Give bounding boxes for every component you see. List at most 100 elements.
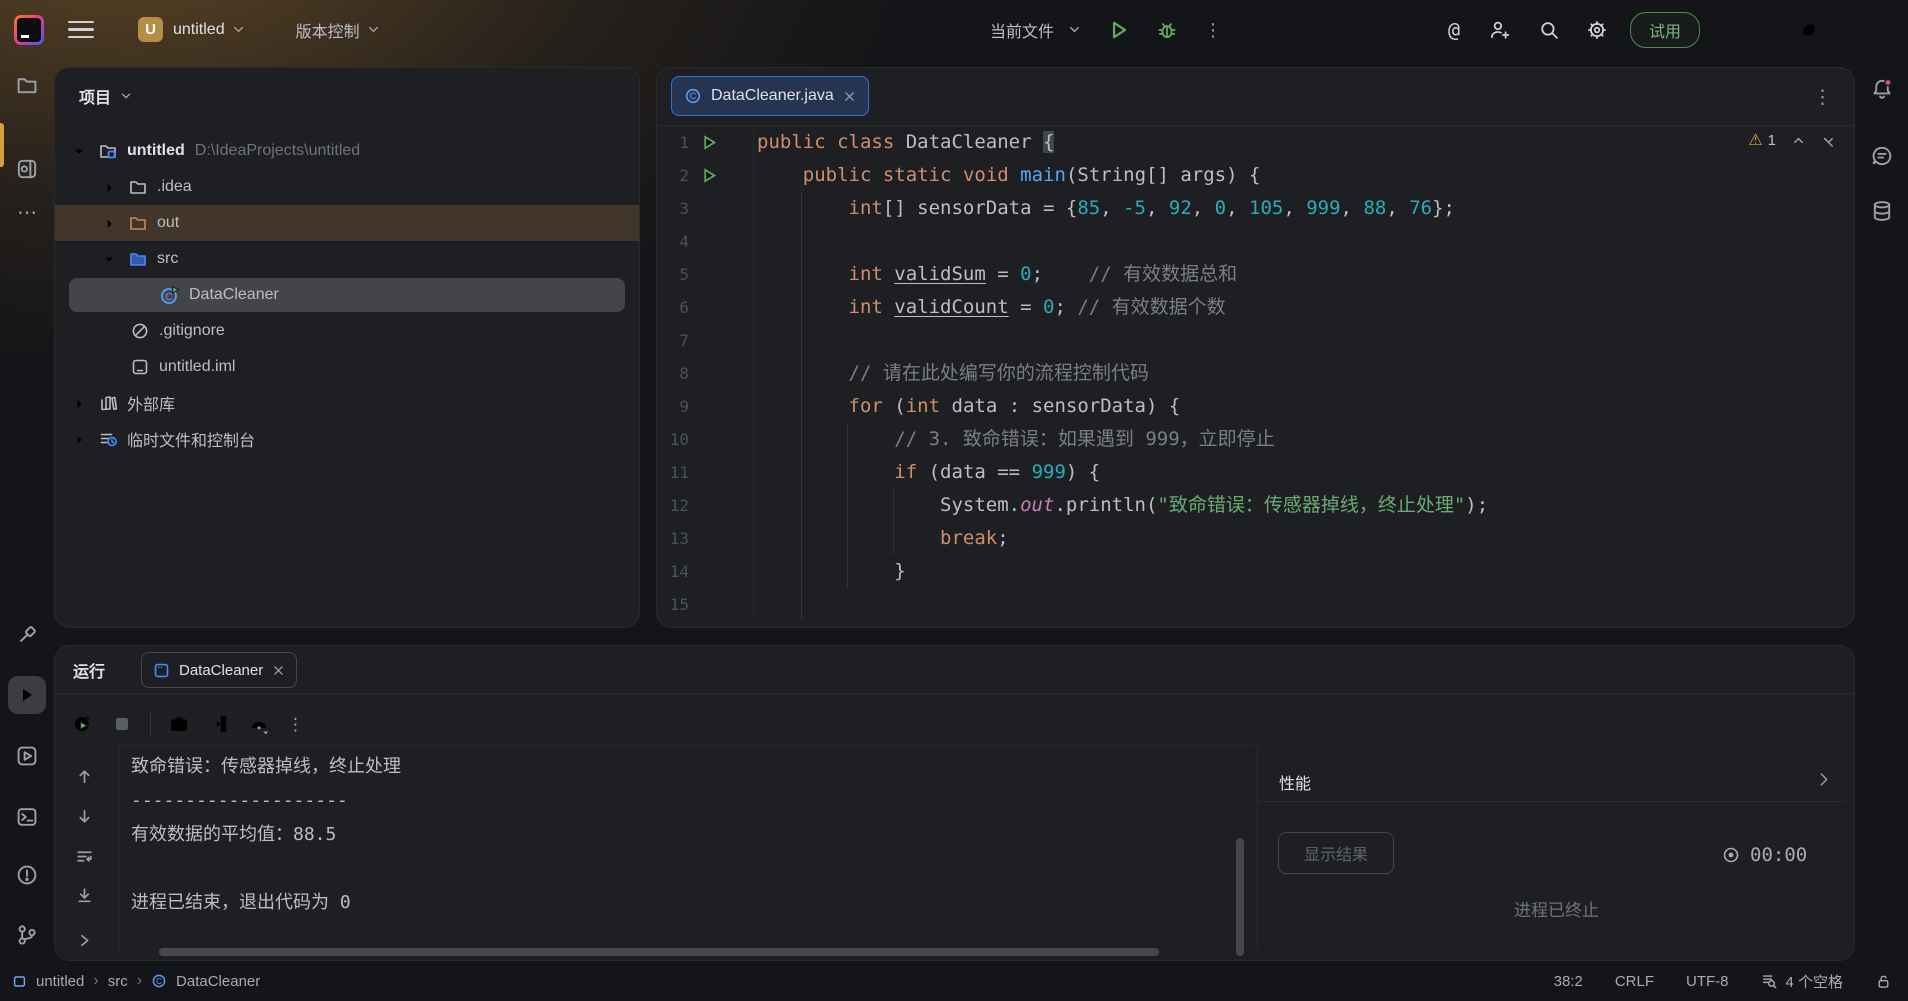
chevron-right-icon[interactable] [99,213,119,233]
minimize-button[interactable] [1716,10,1762,50]
breadcrumb-class[interactable]: DataCleaner [176,973,260,990]
line-separator[interactable]: CRLF [1615,973,1654,990]
ai-assistant-icon[interactable]: @ [1448,18,1460,42]
project-name[interactable]: untitled [173,21,225,39]
chevron-down-icon[interactable] [99,249,119,269]
line-number: 8 [657,364,689,383]
commit-tool-icon[interactable] [15,157,39,181]
more-tools-icon[interactable]: ⋯ [17,200,37,225]
console-more-icon[interactable]: ⋮ [287,716,304,733]
code-line-1[interactable]: public class DataCleaner { [757,126,1844,159]
line-number: 2 [657,166,689,185]
code-line-11[interactable]: if (data == 999) { [757,456,1844,489]
run-tab-datacleaner[interactable]: DataCleaner [141,652,297,688]
chevron-down-icon[interactable] [366,22,381,37]
ai-chat-icon[interactable] [1870,144,1894,168]
tree-row-src[interactable]: src [55,241,639,277]
debug-button[interactable] [1156,19,1178,41]
git-branch-icon[interactable] [15,923,39,947]
close-button[interactable] [1856,10,1902,50]
profiler-gauge-icon[interactable] [247,712,271,736]
chevron-down-icon[interactable] [69,141,89,161]
breadcrumb-project[interactable]: untitled [36,973,84,990]
tab-options-icon[interactable]: ⋮ [1813,86,1832,109]
run-tool-icon[interactable] [8,676,46,714]
breadcrumb-src[interactable]: src [108,973,128,990]
show-results-button[interactable]: 显示结果 [1278,832,1394,874]
chevron-down-icon[interactable] [119,89,133,103]
scroll-down-icon[interactable] [74,806,94,826]
code-line-2[interactable]: public static void main(String[] args) { [757,159,1844,192]
run-button[interactable] [1108,19,1130,41]
code-line-14[interactable]: } [757,555,1844,588]
console-output[interactable]: 致命错误：传感器掉线，终止处理--------------------有效数据的… [131,750,401,920]
chevron-right-icon[interactable] [99,177,119,197]
project-tool-icon[interactable] [15,73,39,97]
code-line-8[interactable]: // 请在此处编写你的流程控制代码 [757,357,1844,390]
chevron-right-icon[interactable] [69,393,89,413]
file-encoding[interactable]: UTF-8 [1686,973,1729,990]
build-tool-icon[interactable] [15,623,39,647]
chevron-right-icon[interactable] [1815,770,1833,788]
chevron-down-icon[interactable] [231,22,246,37]
console-vertical-scrollbar[interactable] [1236,838,1244,956]
code-area[interactable]: public class DataCleaner { public static… [757,126,1844,621]
console-horizontal-scrollbar[interactable] [159,948,1159,956]
tree-row-untitled.iml[interactable]: untitled.iml [55,349,639,385]
code-line-4[interactable] [757,225,1844,258]
stop-button[interactable] [110,712,134,736]
code-line-10[interactable]: // 3. 致命错误：如果遇到 999，立即停止 [757,423,1844,456]
rerun-button[interactable] [70,712,94,736]
services-tool-icon[interactable] [15,744,39,768]
tree-row-DataCleaner[interactable]: CDataCleaner [55,277,639,313]
code-line-3[interactable]: int[] sensorData = {85, -5, 92, 0, 105, … [757,192,1844,225]
more-actions-icon[interactable]: ⋮ [1204,21,1222,39]
run-line-icon[interactable] [701,134,718,151]
next-warning-icon[interactable] [1821,133,1836,148]
tree-row-外部库[interactable]: 外部库 [55,385,639,421]
tree-item-label: 临时文件和控制台 [127,427,255,451]
tab-datacleaner-java[interactable]: C DataCleaner.java [671,76,869,116]
problems-tool-icon[interactable] [15,863,39,887]
code-line-13[interactable]: break; [757,522,1844,555]
chevron-right-icon[interactable] [69,429,89,449]
code-line-12[interactable]: System.out.println("致命错误：传感器掉线，终止处理"); [757,489,1844,522]
vcs-menu[interactable]: 版本控制 [296,18,360,42]
close-icon[interactable] [272,664,285,677]
scroll-up-icon[interactable] [74,766,94,786]
tree-row-.gitignore[interactable]: .gitignore [55,313,639,349]
indent-setting[interactable]: 4 个空格 [1760,971,1843,992]
thread-dump-icon[interactable] [207,712,231,736]
main-menu-icon[interactable] [68,17,94,43]
project-badge[interactable]: U [138,17,163,42]
settings-gear-icon[interactable] [1586,19,1608,41]
soft-wrap-icon[interactable] [74,846,94,866]
database-tool-icon[interactable] [1870,199,1894,223]
caret-position[interactable]: 38:2 [1554,973,1583,990]
code-line-7[interactable] [757,324,1844,357]
status-bar: untitled › src › C DataCleaner 38:2 CRLF… [0,961,1908,1001]
run-line-icon[interactable] [701,167,718,184]
code-line-5[interactable]: int validSum = 0; // 有效数据总和 [757,258,1844,291]
prev-warning-icon[interactable] [1791,133,1806,148]
unlocked-padlock-icon[interactable] [1875,973,1892,990]
code-line-6[interactable]: int validCount = 0; // 有效数据个数 [757,291,1844,324]
notifications-bell-icon[interactable] [1870,77,1894,101]
expand-chevron-icon[interactable] [74,930,94,950]
trial-button[interactable]: 试用 [1630,12,1700,48]
tree-row-.idea[interactable]: .idea [55,169,639,205]
run-configuration-selector[interactable]: 当前文件 [990,18,1082,42]
code-line-9[interactable]: for (int data : sensorData) { [757,390,1844,423]
restore-button[interactable] [1786,10,1832,50]
tree-row-out[interactable]: out [55,205,639,241]
tree-row-临时文件和控制台[interactable]: 临时文件和控制台 [55,421,639,457]
terminal-tool-icon[interactable] [15,805,39,829]
close-icon[interactable] [843,90,856,103]
scroll-to-end-icon[interactable] [74,885,94,905]
tree-row-untitled[interactable]: untitledD:\IdeaProjects\untitled [55,133,639,169]
snapshot-camera-icon[interactable] [167,712,191,736]
add-user-icon[interactable] [1488,19,1510,41]
search-icon[interactable] [1538,19,1560,41]
warning-count[interactable]: ⚠ 1 [1748,132,1776,149]
code-line-15[interactable] [757,588,1844,621]
